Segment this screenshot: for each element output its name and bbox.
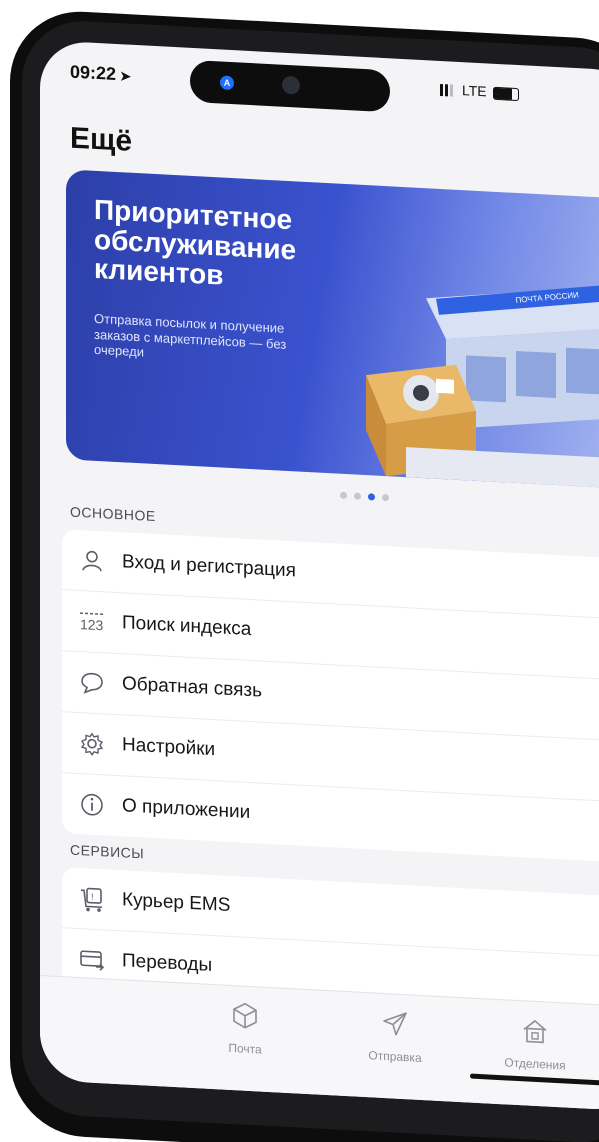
service-item-label: Переводы: [122, 950, 213, 977]
main-menu-list: Вход и регистрация 123 Поиск индекса Обр…: [62, 529, 599, 864]
tab-label: Почта: [228, 1040, 262, 1057]
pager-dot-1[interactable]: [340, 491, 347, 500]
info-icon: [62, 790, 122, 819]
page-title: Ещё: [70, 121, 133, 158]
send-plane-icon: [383, 1012, 407, 1036]
section-label-main: ОСНОВНОЕ: [70, 503, 156, 525]
menu-item-label: О приложении: [122, 795, 251, 824]
banner-pager[interactable]: [340, 486, 396, 502]
banner-subtitle: Отправка посылок и получение заказов с м…: [94, 310, 287, 360]
pager-dot-4[interactable]: [382, 493, 389, 502]
postcode-icon: 123: [62, 607, 122, 636]
section-label-services: СЕРВИСЫ: [70, 841, 145, 862]
notch-indicator-icon: A: [220, 75, 234, 91]
tab-label: Отделения: [504, 1055, 566, 1073]
menu-item-label: Настройки: [122, 734, 216, 761]
service-item-label: Курьер EMS: [122, 889, 231, 916]
location-arrow-icon: ➤: [120, 68, 131, 84]
camera-icon: [282, 75, 300, 95]
stage: 09:22 ➤ LTE A Ещё Приоритетное обслуживан…: [0, 0, 599, 1142]
parcel-box-icon: [233, 1002, 257, 1029]
chat-bubble-icon: [62, 668, 122, 697]
tab-mail[interactable]: Почта: [190, 998, 300, 1059]
promo-banner[interactable]: Приоритетное обслуживание клиентов Отпра…: [66, 169, 599, 489]
pager-dot-3[interactable]: [368, 493, 375, 501]
post-office-illustration: ПОЧТА РОССИИ: [366, 285, 599, 489]
gear-icon: [62, 729, 122, 758]
postcode-icon-digits: 123: [80, 616, 104, 633]
post-office-icon: [523, 1019, 547, 1044]
menu-item-label: Поиск индекса: [122, 612, 252, 641]
status-network: LTE: [440, 81, 519, 101]
transfer-card-icon: [62, 945, 122, 974]
courier-icon: !: [62, 883, 122, 914]
signal-icon: [440, 84, 456, 98]
home-indicator[interactable]: [470, 1073, 599, 1087]
menu-item-label: Обратная связь: [122, 673, 262, 702]
user-icon: [62, 546, 122, 575]
banner-title: Приоритетное обслуживание клиентов: [94, 193, 297, 291]
network-type: LTE: [462, 82, 487, 100]
counter-illustration: [406, 447, 599, 489]
tab-offices[interactable]: Отделения: [480, 1013, 590, 1074]
pager-dot-2[interactable]: [354, 492, 361, 500]
status-time-text: 09:22: [70, 61, 117, 84]
phone-screen: 09:22 ➤ LTE A Ещё Приоритетное обслуживан…: [40, 40, 599, 1112]
svg-text:!: !: [91, 892, 94, 902]
status-time: 09:22 ➤: [70, 62, 131, 86]
tab-label: Отправка: [368, 1048, 422, 1066]
tab-send[interactable]: Отправка: [340, 1006, 450, 1067]
menu-item-label: Вход и регистрация: [122, 551, 296, 582]
battery-icon: [492, 86, 519, 101]
